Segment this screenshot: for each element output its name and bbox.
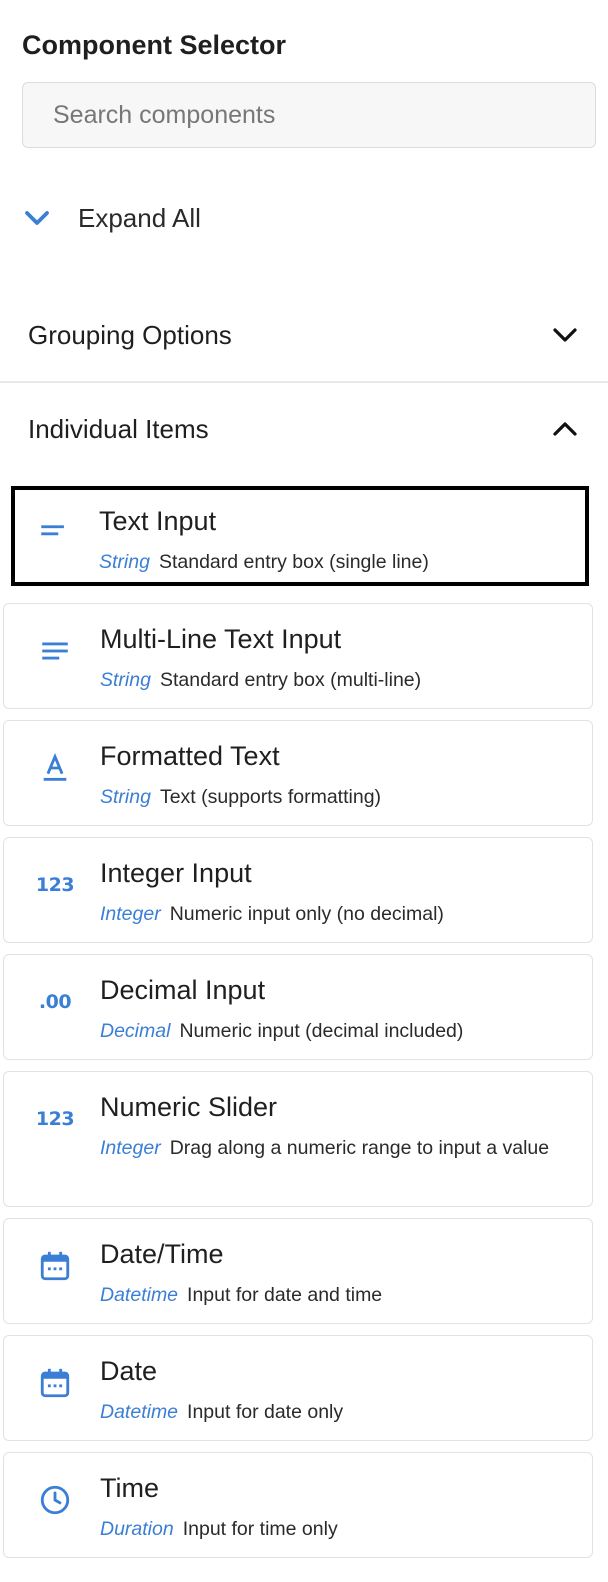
item-description: Input for date and time [187, 1284, 383, 1306]
group-label: Individual Items [28, 413, 209, 444]
component-item-date-time[interactable]: Date/Time Datetime Input for date and ti… [3, 1218, 593, 1324]
item-name: Numeric Slider [100, 1092, 278, 1122]
item-name: Formatted Text [100, 741, 280, 771]
item-type: String [100, 786, 151, 808]
item-type: Datetime [100, 1401, 179, 1423]
item-name: Text Input [99, 506, 217, 536]
item-description: Numeric input (decimal included) [179, 1020, 464, 1042]
page-title: Component Selector [22, 30, 287, 60]
item-description: Input for date only [187, 1401, 344, 1423]
item-name: Multi-Line Text Input [100, 624, 342, 654]
multiline-text-icon [38, 634, 72, 668]
item-name: Integer Input [100, 858, 252, 888]
group-header-grouping-options[interactable]: Grouping Options [0, 288, 608, 382]
item-type: String [99, 551, 150, 573]
chevron-up-icon [553, 422, 577, 436]
item-type: Duration [100, 1518, 174, 1540]
calendar-icon [38, 1249, 72, 1283]
search-input[interactable] [22, 82, 596, 148]
expand-all-button[interactable]: Expand All [22, 190, 201, 246]
icon-glyph: .00 [38, 991, 72, 1013]
calendar-icon [38, 1366, 72, 1400]
item-type: Datetime [100, 1284, 179, 1306]
item-description: Text (supports formatting) [159, 786, 382, 808]
item-type: Integer [100, 1137, 161, 1159]
item-name: Decimal Input [100, 975, 266, 1005]
item-type: Decimal [100, 1020, 171, 1042]
item-name: Date/Time [100, 1239, 224, 1269]
icon-glyph: 123 [35, 1108, 75, 1130]
group-header-individual-items[interactable]: Individual Items [0, 382, 608, 476]
item-type: String [100, 669, 151, 691]
component-item-text-input[interactable]: Text Input String Standard entry box (si… [11, 486, 589, 586]
numbers-icon: 123 [35, 868, 75, 902]
component-item-formatted-text[interactable]: Formatted Text String Text (supports for… [3, 720, 593, 826]
item-description: Numeric input only (no decimal) [169, 903, 444, 925]
item-description: Standard entry box (single line) [158, 551, 429, 573]
short-text-icon [37, 514, 71, 548]
clock-icon [38, 1483, 72, 1517]
numbers-icon: 123 [35, 1102, 75, 1136]
item-description: Input for time only [182, 1518, 338, 1540]
decimal-icon: .00 [38, 985, 72, 1019]
chevron-down-icon [25, 211, 49, 225]
format-text-icon [38, 751, 72, 785]
item-description: Drag along a numeric range to input a va… [169, 1137, 550, 1159]
item-description: Standard entry box (multi-line) [159, 669, 422, 691]
chevron-down-icon [553, 328, 577, 342]
icon-glyph: 123 [35, 874, 75, 896]
item-name: Time [100, 1473, 159, 1503]
component-item-multi-line-text-input[interactable]: Multi-Line Text Input String Standard en… [3, 603, 593, 709]
component-item-time[interactable]: Time Duration Input for time only [3, 1452, 593, 1558]
item-name: Date [100, 1356, 158, 1386]
component-item-date[interactable]: Date Datetime Input for date only [3, 1335, 593, 1441]
expand-all-label: Expand All [78, 202, 201, 233]
component-item-decimal-input[interactable]: .00 Decimal Input Decimal Numeric input … [3, 954, 593, 1060]
component-item-numeric-slider[interactable]: 123 Numeric Slider Integer Drag along a … [3, 1071, 593, 1207]
component-item-integer-input[interactable]: 123 Integer Input Integer Numeric input … [3, 837, 593, 943]
group-label: Grouping Options [28, 319, 232, 350]
item-type: Integer [100, 903, 161, 925]
